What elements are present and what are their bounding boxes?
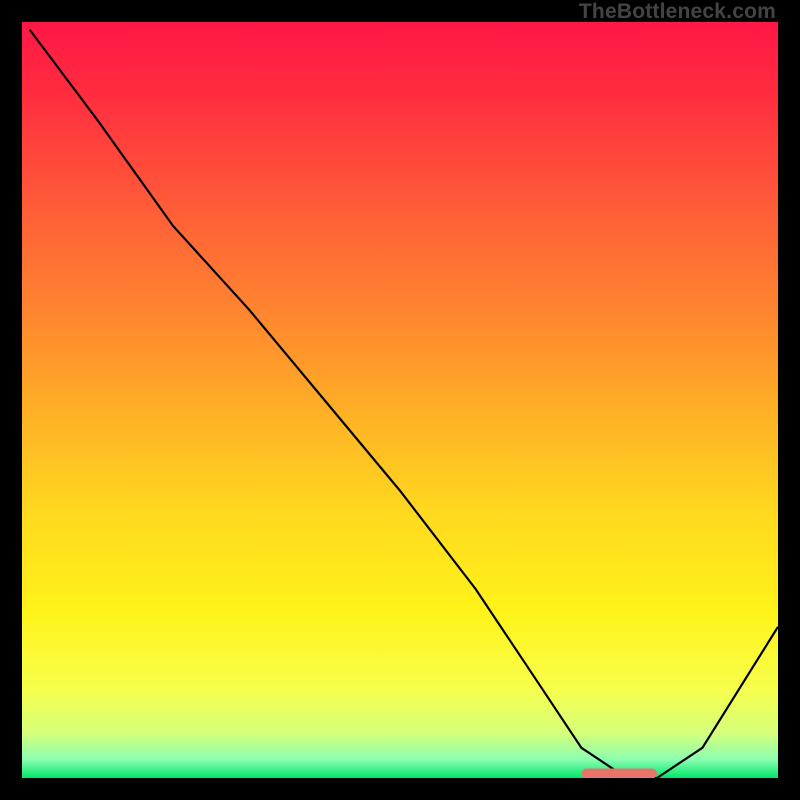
gradient-background: [22, 22, 778, 778]
watermark-text: TheBottleneck.com: [579, 0, 776, 24]
bottleneck-curve-chart: [22, 22, 778, 778]
chart-area: [22, 22, 778, 778]
optimal-range-marker: [581, 769, 657, 779]
